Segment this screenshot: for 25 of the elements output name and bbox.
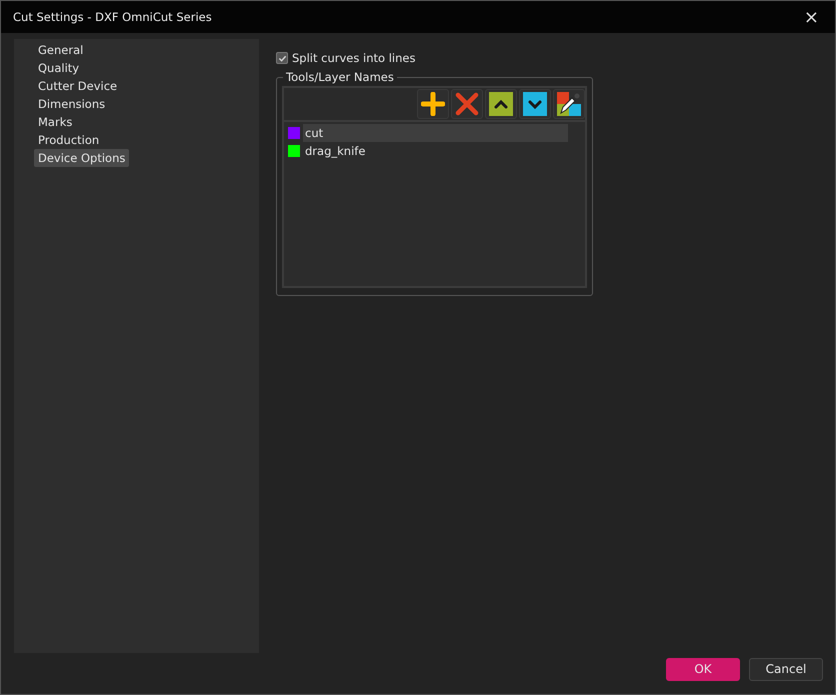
layer-item[interactable]: drag_knife: [284, 142, 568, 160]
sidebar-item[interactable]: Marks: [34, 113, 76, 131]
checkbox[interactable]: [276, 52, 288, 64]
delete-button[interactable]: [451, 89, 483, 119]
eyedropper-icon: [557, 92, 581, 116]
sidebar-item[interactable]: Device Options: [34, 149, 130, 167]
sidebar-item[interactable]: Production: [34, 131, 104, 149]
sidebar-item[interactable]: Quality: [34, 59, 84, 77]
close-button[interactable]: ×: [800, 6, 823, 28]
chevron-up-icon: [489, 92, 513, 116]
sidebar-item[interactable]: Cutter Device: [34, 77, 122, 95]
sidebar-item[interactable]: Dimensions: [34, 95, 110, 113]
chevron-down-icon: [523, 92, 547, 116]
move-up-button[interactable]: [485, 89, 517, 119]
move-down-button[interactable]: [519, 89, 551, 119]
add-button[interactable]: [417, 89, 449, 119]
window-title: Cut Settings - DXF OmniCut Series: [13, 10, 212, 24]
cancel-button[interactable]: Cancel: [749, 658, 823, 680]
color-picker-button[interactable]: [553, 89, 585, 119]
checkbox-label: Split curves into lines: [292, 51, 416, 65]
plus-icon: [421, 92, 445, 116]
sidebar-item[interactable]: General: [34, 41, 88, 59]
close-icon: [455, 92, 479, 116]
group-title: Tools/Layer Names: [283, 70, 397, 84]
ok-button[interactable]: OK: [666, 658, 740, 680]
